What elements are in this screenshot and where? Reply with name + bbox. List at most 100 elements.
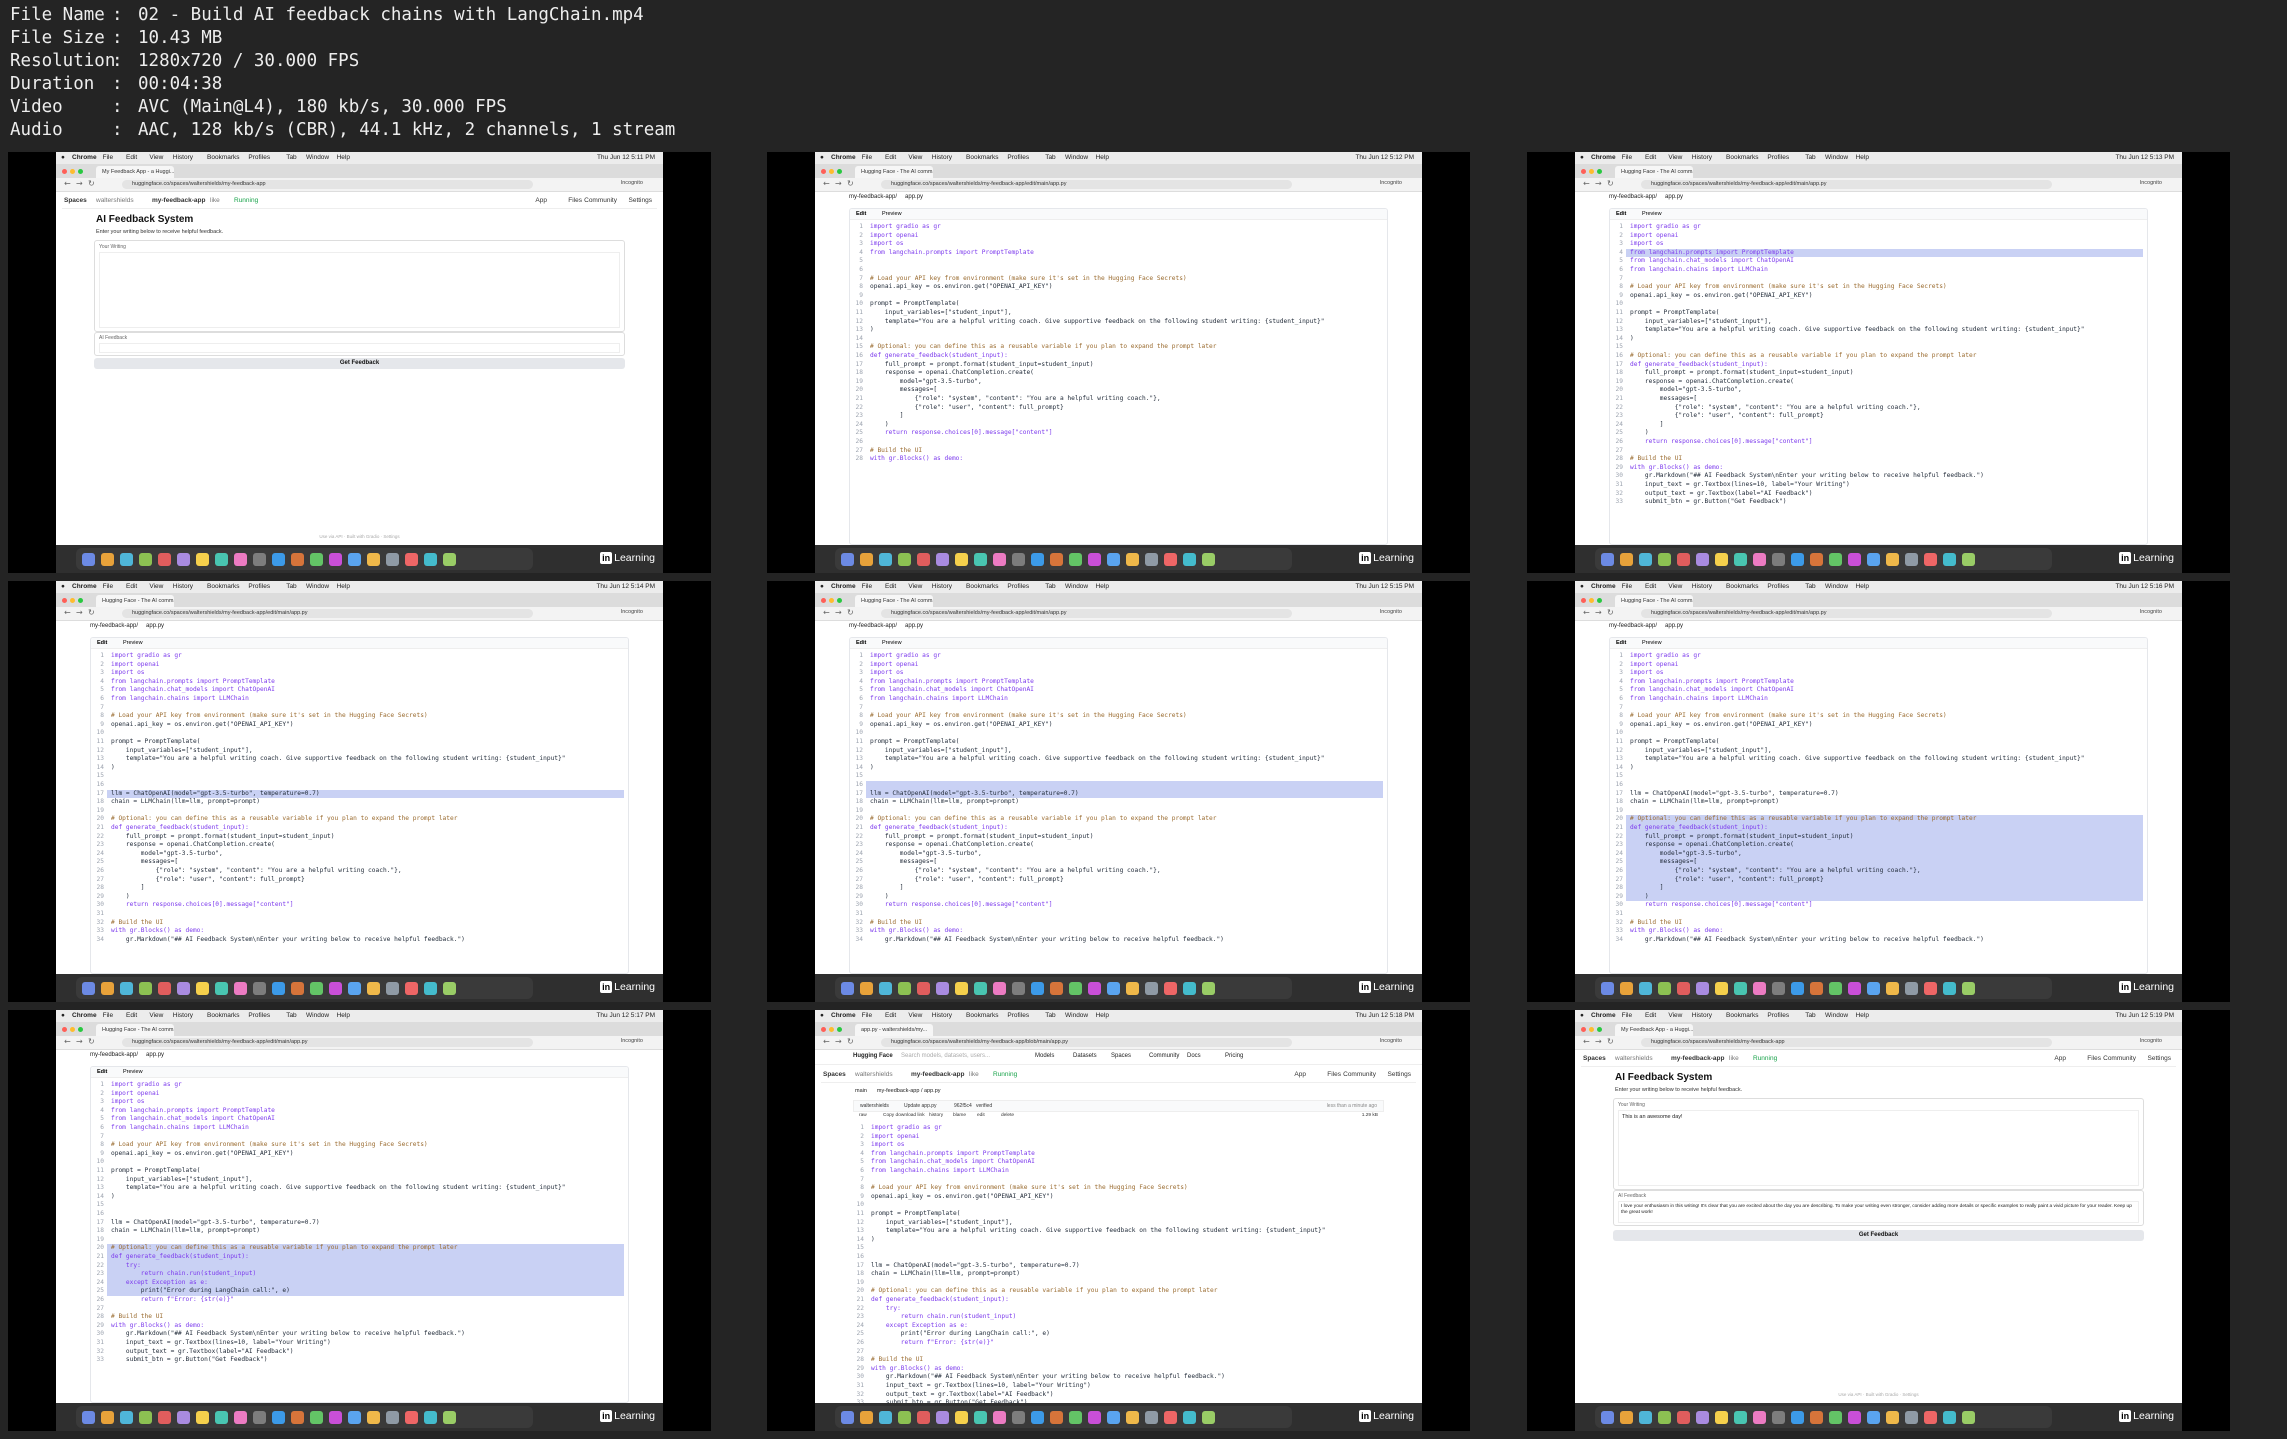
- space-owner[interactable]: waltershields: [1615, 1055, 1653, 1062]
- dock-app-icon[interactable]: [1658, 982, 1671, 995]
- menu-item-file[interactable]: File: [1622, 583, 1632, 590]
- dock-app-icon[interactable]: [1772, 1411, 1785, 1424]
- menu-item-window[interactable]: Window: [1825, 583, 1848, 590]
- dock-app-icon[interactable]: [82, 1411, 95, 1424]
- dock-app-icon[interactable]: [158, 1411, 171, 1424]
- back-icon[interactable]: ←: [823, 179, 830, 188]
- close-window-icon[interactable]: [821, 169, 826, 174]
- dock-app-icon[interactable]: [955, 553, 968, 566]
- dock-app-icon[interactable]: [1696, 553, 1709, 566]
- menu-item-file[interactable]: File: [103, 1012, 113, 1019]
- menu-item-chrome[interactable]: Chrome: [72, 583, 97, 590]
- menu-item-history[interactable]: History: [932, 583, 952, 590]
- action-copy[interactable]: Copy download link: [883, 1113, 925, 1118]
- dock-app-icon[interactable]: [1601, 1411, 1614, 1424]
- dock-app-icon[interactable]: [234, 982, 247, 995]
- dock-app-icon[interactable]: [1183, 553, 1196, 566]
- dock-app-icon[interactable]: [1677, 1411, 1690, 1424]
- action-blame[interactable]: blame: [953, 1113, 966, 1118]
- menu-item-chrome[interactable]: Chrome: [831, 154, 856, 161]
- back-icon[interactable]: ←: [823, 608, 830, 617]
- menu-item-chrome[interactable]: Chrome: [1591, 154, 1616, 161]
- menu-item-window[interactable]: Window: [1065, 154, 1088, 161]
- dock-app-icon[interactable]: [1753, 553, 1766, 566]
- dock-app-icon[interactable]: [1031, 553, 1044, 566]
- menu-item-bookmarks[interactable]: Bookmarks: [207, 1012, 240, 1019]
- menu-item-history[interactable]: History: [1692, 583, 1712, 590]
- tab-files[interactable]: Files: [568, 197, 582, 204]
- menu-item-history[interactable]: History: [1692, 154, 1712, 161]
- browser-tab[interactable]: Hugging Face - The AI comm...: [1615, 166, 1693, 178]
- dock-app-icon[interactable]: [1905, 982, 1918, 995]
- menu-item-edit[interactable]: Edit: [1645, 1012, 1656, 1019]
- dock-app-icon[interactable]: [1962, 982, 1975, 995]
- dock-app-icon[interactable]: [1772, 982, 1785, 995]
- menu-item-tab[interactable]: Tab: [1045, 154, 1055, 161]
- zoom-window-icon[interactable]: [78, 598, 83, 603]
- dock-app-icon[interactable]: [1886, 1411, 1899, 1424]
- dock-app-icon[interactable]: [1848, 1411, 1861, 1424]
- menu-item-view[interactable]: View: [149, 583, 163, 590]
- menu-item-tab[interactable]: Tab: [1045, 1012, 1055, 1019]
- spaces-link[interactable]: Spaces: [823, 1071, 846, 1078]
- menu-item-window[interactable]: Window: [1065, 583, 1088, 590]
- action-delete[interactable]: delete: [1001, 1113, 1014, 1118]
- url-field[interactable]: huggingface.co/spaces/waltershields/my-f…: [1641, 180, 2052, 189]
- dock-app-icon[interactable]: [443, 553, 456, 566]
- dock-app-icon[interactable]: [1145, 553, 1158, 566]
- dock-app-icon[interactable]: [1810, 1411, 1823, 1424]
- reload-icon[interactable]: ↻: [1607, 179, 1614, 188]
- tab-files[interactable]: Files: [1327, 1071, 1341, 1078]
- url-field[interactable]: huggingface.co/spaces/waltershields/my-f…: [122, 609, 533, 618]
- code-editor[interactable]: 1 import gradio as gr 2 import openai 3 impor…: [1614, 223, 2143, 544]
- dock-app-icon[interactable]: [1012, 982, 1025, 995]
- dock-app-icon[interactable]: [1183, 982, 1196, 995]
- forward-icon[interactable]: →: [76, 1037, 83, 1046]
- menu-item-history[interactable]: History: [173, 583, 193, 590]
- minimize-window-icon[interactable]: [829, 1027, 834, 1032]
- zoom-window-icon[interactable]: [1597, 598, 1602, 603]
- dock-app-icon[interactable]: [1753, 982, 1766, 995]
- close-window-icon[interactable]: [1581, 169, 1586, 174]
- reload-icon[interactable]: ↻: [88, 608, 95, 617]
- dock-app-icon[interactable]: [1031, 982, 1044, 995]
- dock-app-icon[interactable]: [879, 553, 892, 566]
- menu-item-help[interactable]: Help: [1096, 583, 1109, 590]
- menu-item-history[interactable]: History: [932, 154, 952, 161]
- dock-app-icon[interactable]: [1050, 1411, 1063, 1424]
- dock-app-icon[interactable]: [1905, 1411, 1918, 1424]
- menu-item-tab[interactable]: Tab: [286, 583, 296, 590]
- menu-item-profiles[interactable]: Profiles: [1007, 1012, 1029, 1019]
- dock-app-icon[interactable]: [1107, 553, 1120, 566]
- code-editor[interactable]: 1 import gradio as gr 2 import openai 3 impor…: [95, 1081, 624, 1402]
- dock-app-icon[interactable]: [1791, 553, 1804, 566]
- menu-item-window[interactable]: Window: [306, 1012, 329, 1019]
- dock-app-icon[interactable]: [291, 982, 304, 995]
- tab-files[interactable]: Files: [2087, 1055, 2101, 1062]
- url-field[interactable]: huggingface.co/spaces/waltershields/my-f…: [881, 180, 1292, 189]
- space-name[interactable]: my-feedback-app: [911, 1071, 964, 1078]
- code-editor[interactable]: 1 import gradio as gr 2 import openai 3 impor…: [95, 652, 624, 973]
- menu-item-help[interactable]: Help: [1096, 1012, 1109, 1019]
- dock-app-icon[interactable]: [955, 1411, 968, 1424]
- close-window-icon[interactable]: [1581, 1027, 1586, 1032]
- menu-item-chrome[interactable]: Chrome: [72, 1012, 97, 1019]
- dock-app-icon[interactable]: [329, 982, 342, 995]
- dock-app-icon[interactable]: [367, 982, 380, 995]
- dock-app-icon[interactable]: [860, 553, 873, 566]
- tab-edit[interactable]: Edit: [856, 211, 866, 217]
- reload-icon[interactable]: ↻: [1607, 608, 1614, 617]
- dock-app-icon[interactable]: [348, 553, 361, 566]
- dock-app-icon[interactable]: [1620, 1411, 1633, 1424]
- browser-tab[interactable]: My Feedback App - a Huggi...: [1615, 1024, 1693, 1036]
- dock-app-icon[interactable]: [405, 1411, 418, 1424]
- dock-app-icon[interactable]: [974, 1411, 987, 1424]
- dock-app-icon[interactable]: [367, 553, 380, 566]
- space-owner[interactable]: waltershields: [96, 197, 134, 204]
- menu-item-profiles[interactable]: Profiles: [1767, 1012, 1789, 1019]
- spaces-link[interactable]: Spaces: [1583, 1055, 1606, 1062]
- nav-community[interactable]: Community: [1149, 1053, 1179, 1059]
- dock-app-icon[interactable]: [879, 1411, 892, 1424]
- menu-item-help[interactable]: Help: [1856, 1012, 1869, 1019]
- code-editor[interactable]: 1 import gradio as gr 2 import openai 3 impor…: [1614, 652, 2143, 973]
